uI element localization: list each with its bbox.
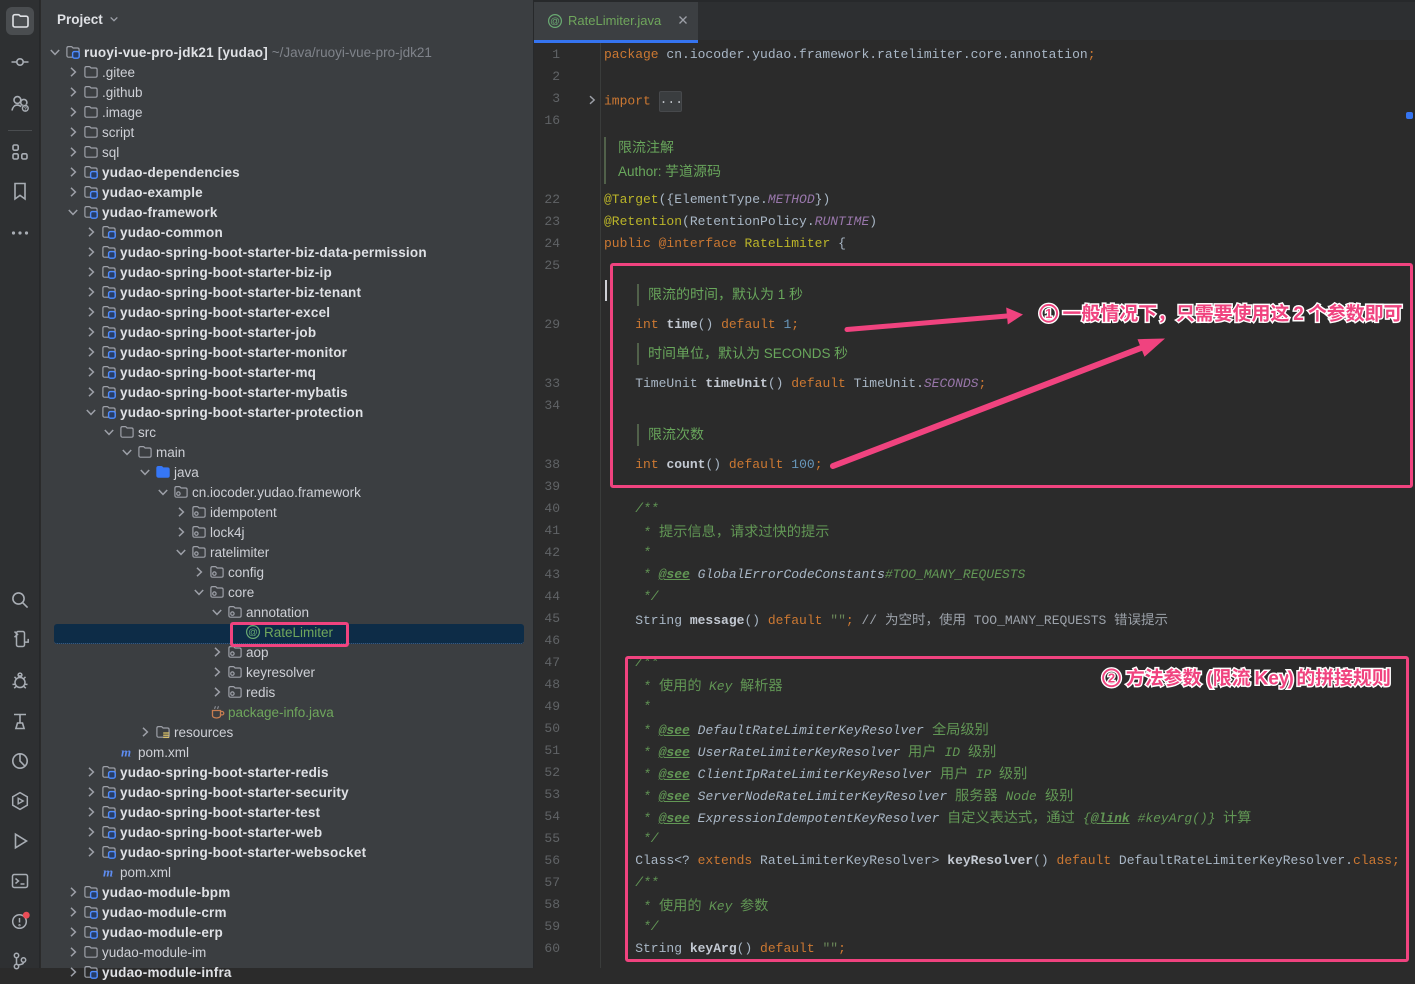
svg-text:m: m xyxy=(103,865,113,880)
svg-text:m: m xyxy=(121,745,131,760)
svg-text:@: @ xyxy=(550,16,560,27)
